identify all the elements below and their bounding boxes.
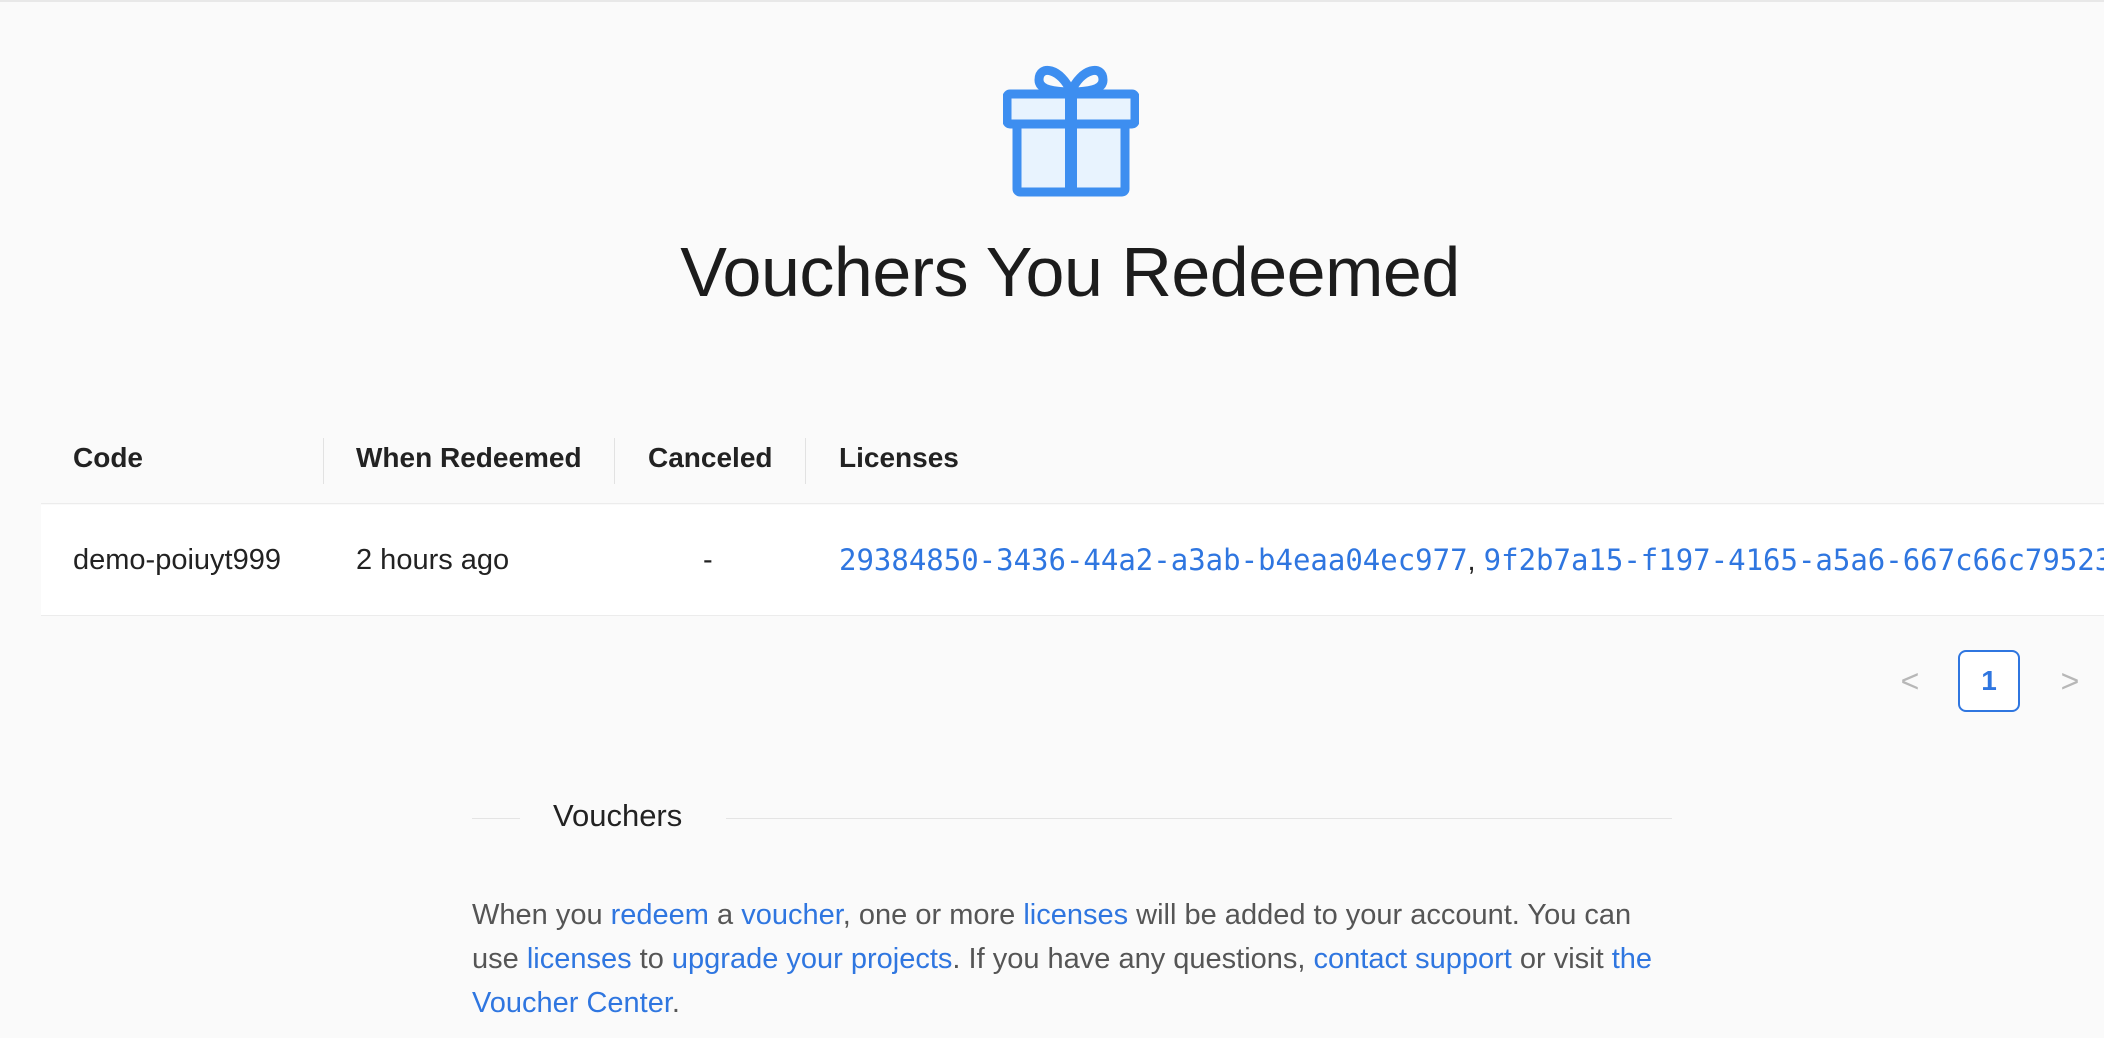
- table-row: demo-poiuyt999 2 hours ago - 29384850-34…: [41, 505, 2104, 616]
- canceled-status: -: [703, 544, 713, 576]
- column-resize-handle[interactable]: [614, 438, 615, 484]
- page-title: Vouchers You Redeemed: [680, 233, 1460, 311]
- text: When you: [472, 899, 611, 931]
- text: a: [708, 899, 742, 931]
- text: .: [671, 987, 680, 1019]
- contact-support-link[interactable]: contact support: [1314, 943, 1512, 975]
- section-divider: [472, 818, 520, 819]
- upgrade-projects-link[interactable]: upgrade your projects: [672, 943, 953, 975]
- voucher-code: demo-poiuyt999: [73, 544, 281, 576]
- top-divider: [0, 0, 2104, 4]
- column-header-when-redeemed[interactable]: When Redeemed: [356, 412, 582, 504]
- licenses-link[interactable]: licenses: [1023, 899, 1128, 931]
- text: . If you have any questions,: [952, 943, 1314, 975]
- license-link[interactable]: 9f2b7a15-f197-4165-a5a6-667c66c79523: [1484, 543, 2104, 577]
- licenses-cell: 29384850-3436-44a2-a3ab-b4eaa04ec977, 9f…: [839, 505, 2104, 616]
- section-divider: [726, 818, 1672, 819]
- table-header: Code When Redeemed Canceled Licenses: [41, 412, 2104, 504]
- pagination-page-1[interactable]: 1: [1958, 650, 2020, 712]
- pagination-next-button[interactable]: >: [2050, 650, 2090, 712]
- text: to: [631, 943, 672, 975]
- column-resize-handle[interactable]: [323, 438, 324, 484]
- when-redeemed: 2 hours ago: [356, 544, 510, 576]
- text: , one or more: [842, 899, 1024, 931]
- license-link[interactable]: 29384850-3436-44a2-a3ab-b4eaa04ec977: [839, 543, 1468, 577]
- column-header-code[interactable]: Code: [73, 412, 143, 504]
- column-resize-handle[interactable]: [805, 438, 806, 484]
- pagination-prev-button[interactable]: <: [1890, 650, 1930, 712]
- license-separator: ,: [1467, 545, 1476, 577]
- section-title: Vouchers: [553, 798, 683, 833]
- voucher-link[interactable]: voucher: [741, 899, 843, 931]
- vouchers-description: When you redeem a voucher, one or more l…: [472, 893, 1672, 1025]
- redeem-link[interactable]: redeem: [611, 899, 709, 931]
- column-header-canceled[interactable]: Canceled: [648, 412, 773, 504]
- text: or visit: [1511, 943, 1612, 975]
- licenses-link[interactable]: licenses: [527, 943, 632, 975]
- gift-icon: [1003, 66, 1139, 197]
- column-header-licenses[interactable]: Licenses: [839, 412, 959, 504]
